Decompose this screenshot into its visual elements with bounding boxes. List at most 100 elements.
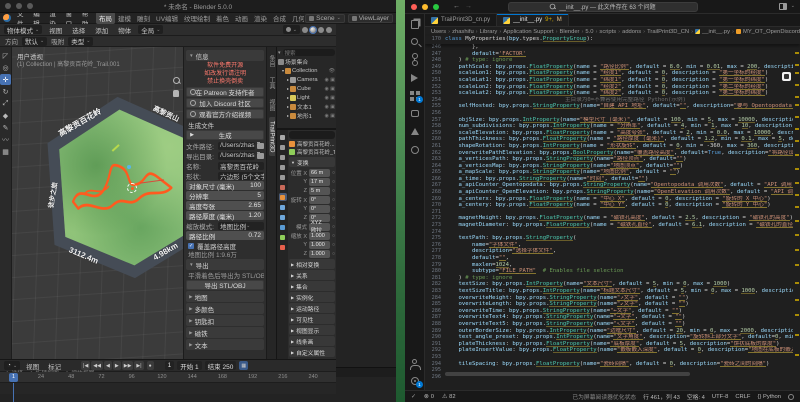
section-视图显示[interactable]: ▶视图显示 bbox=[289, 325, 335, 335]
properties-search-input[interactable] bbox=[289, 131, 335, 139]
properties-tab-4[interactable] bbox=[279, 173, 287, 181]
properties-tab-6[interactable] bbox=[279, 193, 287, 201]
orientation-dropdown[interactable]: 全局⌄ bbox=[138, 25, 163, 34]
viewport-menu-选择[interactable]: 选择 bbox=[69, 24, 88, 36]
properties-tab-3[interactable] bbox=[279, 163, 287, 171]
properties-tab-11[interactable] bbox=[279, 243, 287, 251]
workspace-tab-纹理绘制[interactable]: 纹理绘制 bbox=[181, 12, 213, 24]
problems-warnings[interactable]: ⚠82 bbox=[442, 394, 456, 400]
rotate-icon[interactable]: ↻ bbox=[0, 86, 11, 97]
extensions-icon[interactable]: 1 bbox=[409, 90, 420, 101]
transform-icon[interactable]: ◆ bbox=[0, 110, 11, 121]
panel-section-多颜色[interactable]: ▶多颜色 bbox=[186, 303, 264, 314]
cursor-icon[interactable]: ◎ bbox=[0, 62, 11, 73]
row-value[interactable]: 0° bbox=[309, 205, 330, 213]
workspace-tab-动画[interactable]: 动画 bbox=[232, 12, 251, 24]
viewport-menu-物体[interactable]: 物体 bbox=[115, 24, 134, 36]
viewport-3d[interactable]: 用户透视 (1) Collection | 高黎贡百花岭_Trail.001 bbox=[12, 47, 183, 359]
viewlayer-selector[interactable]: ViewLayer bbox=[348, 14, 393, 23]
play-button[interactable]: ▶ bbox=[113, 361, 121, 370]
button-加入 Discord 社区[interactable]: 加入 Discord 社区 bbox=[186, 98, 264, 108]
breadcrumb-item[interactable]: addons bbox=[622, 29, 641, 35]
panel-section-地图[interactable]: ▶地图 bbox=[186, 291, 264, 302]
section-相对变换[interactable]: ▶相对变换 bbox=[289, 259, 335, 269]
command-center-search[interactable]: __init__.py — 此文件存在 63 个问题 bbox=[508, 2, 698, 12]
keying-dropdown[interactable]: ▦ bbox=[239, 361, 248, 370]
row-value[interactable]: 0° bbox=[309, 196, 330, 204]
breadcrumb-item[interactable]: zhashifu bbox=[452, 29, 474, 35]
row-value[interactable]: 5 m bbox=[309, 187, 330, 195]
play-reverse-button[interactable]: ◀ bbox=[104, 361, 112, 370]
account-icon[interactable] bbox=[409, 357, 420, 368]
sidebar-tab-视图[interactable]: 视图 bbox=[267, 95, 276, 115]
panel-section-文本[interactable]: ▶文本 bbox=[186, 339, 264, 350]
maximize-icon[interactable] bbox=[433, 4, 439, 10]
breadcrumb-item[interactable]: Application Support bbox=[503, 29, 553, 35]
folder-icon[interactable] bbox=[257, 143, 264, 149]
select-value[interactable]: 六边形 (5个文字) ⌄ bbox=[218, 172, 264, 180]
notifications-bell-icon[interactable] bbox=[788, 394, 794, 400]
search-icon[interactable] bbox=[409, 36, 420, 47]
layout-customize-icon[interactable]: ⌄ bbox=[791, 3, 795, 10]
editor-tab-TrailPrint3D_cn.py[interactable]: TrailPrint3D_cn.py bbox=[425, 14, 497, 26]
lock-icon[interactable]: ○ bbox=[332, 233, 335, 239]
outliner-collection[interactable]: ▾Collection👁 bbox=[278, 66, 335, 75]
nav-back-icon[interactable]: ← bbox=[453, 3, 460, 10]
button-观看官方介绍视频[interactable]: 观看官方介绍视频 bbox=[186, 109, 264, 119]
breadcrumb[interactable]: Users›zhashifu›Library›Application Suppo… bbox=[425, 27, 800, 36]
folder-icon[interactable] bbox=[257, 153, 264, 159]
outliner-item-文本1[interactable]: ▸文本1◉ ▣ bbox=[278, 102, 335, 111]
horizontal-scrollbar[interactable] bbox=[445, 372, 690, 376]
slider-对象尺寸 (毫米)[interactable]: 对象尺寸 (毫米)100 bbox=[186, 181, 264, 190]
row-value[interactable]: 66 m bbox=[309, 169, 330, 177]
section-线条画[interactable]: ▶线条画 bbox=[289, 336, 335, 346]
properties-tab-10[interactable] bbox=[279, 233, 287, 241]
viewport-menu-添加[interactable]: 添加 bbox=[92, 24, 111, 36]
editor-tab-__init__.py[interactable]: __init__.py9+,M bbox=[497, 14, 569, 26]
row-value[interactable]: XYZ 欧拉 bbox=[309, 223, 330, 231]
outliner-item-Light[interactable]: ▸Light◉ ▣ bbox=[278, 93, 335, 102]
shading-material-icon[interactable] bbox=[318, 27, 324, 33]
row-value[interactable]: 1.000 bbox=[309, 250, 330, 258]
slider-高度夸张[interactable]: 高度夸张2.65 bbox=[186, 201, 264, 210]
shading-wireframe-icon[interactable] bbox=[302, 27, 308, 33]
pan-icon[interactable] bbox=[173, 90, 179, 97]
shading-rendered-icon[interactable] bbox=[326, 27, 332, 33]
source-control-icon[interactable] bbox=[409, 54, 420, 65]
lock-icon[interactable]: ○ bbox=[332, 215, 335, 221]
properties-tab-5[interactable] bbox=[279, 183, 287, 191]
row-value[interactable]: 1.000 bbox=[309, 232, 330, 240]
breadcrumb-item[interactable]: scripts bbox=[599, 29, 616, 35]
trail-map-model[interactable]: 高黎贡百花岭 高黎贡山 25-05-05 4.98km 3112.4m 徒步之旅 bbox=[44, 95, 183, 280]
jump-end-button[interactable]: ▶| bbox=[134, 361, 143, 370]
row-value[interactable]: 1.000 bbox=[309, 241, 330, 249]
breadcrumb-item[interactable]: Users bbox=[431, 29, 446, 35]
slider-路径比例[interactable]: 路径比例0.72 bbox=[186, 231, 264, 240]
breadcrumb-item[interactable]: __init__.py bbox=[702, 29, 730, 35]
breadcrumb-item[interactable]: Library bbox=[480, 29, 498, 35]
section-集合[interactable]: ▶集合 bbox=[289, 281, 335, 291]
chat-icon[interactable] bbox=[409, 108, 420, 119]
workspace-tab-几何节点[interactable]: 几何节点 bbox=[289, 12, 304, 24]
sidebar-tab-TrailPrint3D[interactable]: TrailPrint3D bbox=[269, 117, 275, 156]
field-value[interactable]: /Users/zhashifu/Downl... bbox=[218, 152, 255, 160]
lock-icon[interactable]: ○ bbox=[332, 242, 335, 248]
field-value[interactable]: /Users/zhas...97 (1).gpx bbox=[218, 142, 255, 150]
move-icon[interactable]: ✛ bbox=[0, 74, 11, 85]
properties-tab-8[interactable] bbox=[279, 213, 287, 221]
frame-end-field[interactable]: 结束 250 bbox=[205, 361, 237, 370]
overview-ruler[interactable] bbox=[793, 44, 800, 382]
button-生成[interactable]: ▶生成 bbox=[186, 130, 264, 140]
playhead[interactable]: 1 bbox=[9, 373, 18, 382]
orientation-select[interactable]: 默认⌄ bbox=[22, 37, 47, 46]
section-关系[interactable]: ▶关系 bbox=[289, 270, 335, 280]
lock-icon[interactable]: ○ bbox=[332, 206, 335, 212]
button-导出 STL/OBJ[interactable]: 导出 STL/OBJ bbox=[186, 280, 264, 290]
code-area[interactable]: 246 },247 default='FACTOR'248 ) # type: … bbox=[425, 44, 793, 382]
workspace-tab-着色[interactable]: 着色 bbox=[213, 12, 232, 24]
scene-selector[interactable]: Scene⌄ bbox=[305, 14, 345, 23]
outliner-item-地形1[interactable]: ▸地形1◉ ▣ bbox=[278, 111, 335, 120]
outliner-search-input[interactable]: 搜索 bbox=[283, 49, 335, 56]
workspace-tab-布局[interactable]: 布局 bbox=[96, 12, 115, 24]
autokey-button[interactable]: ● bbox=[147, 361, 154, 370]
